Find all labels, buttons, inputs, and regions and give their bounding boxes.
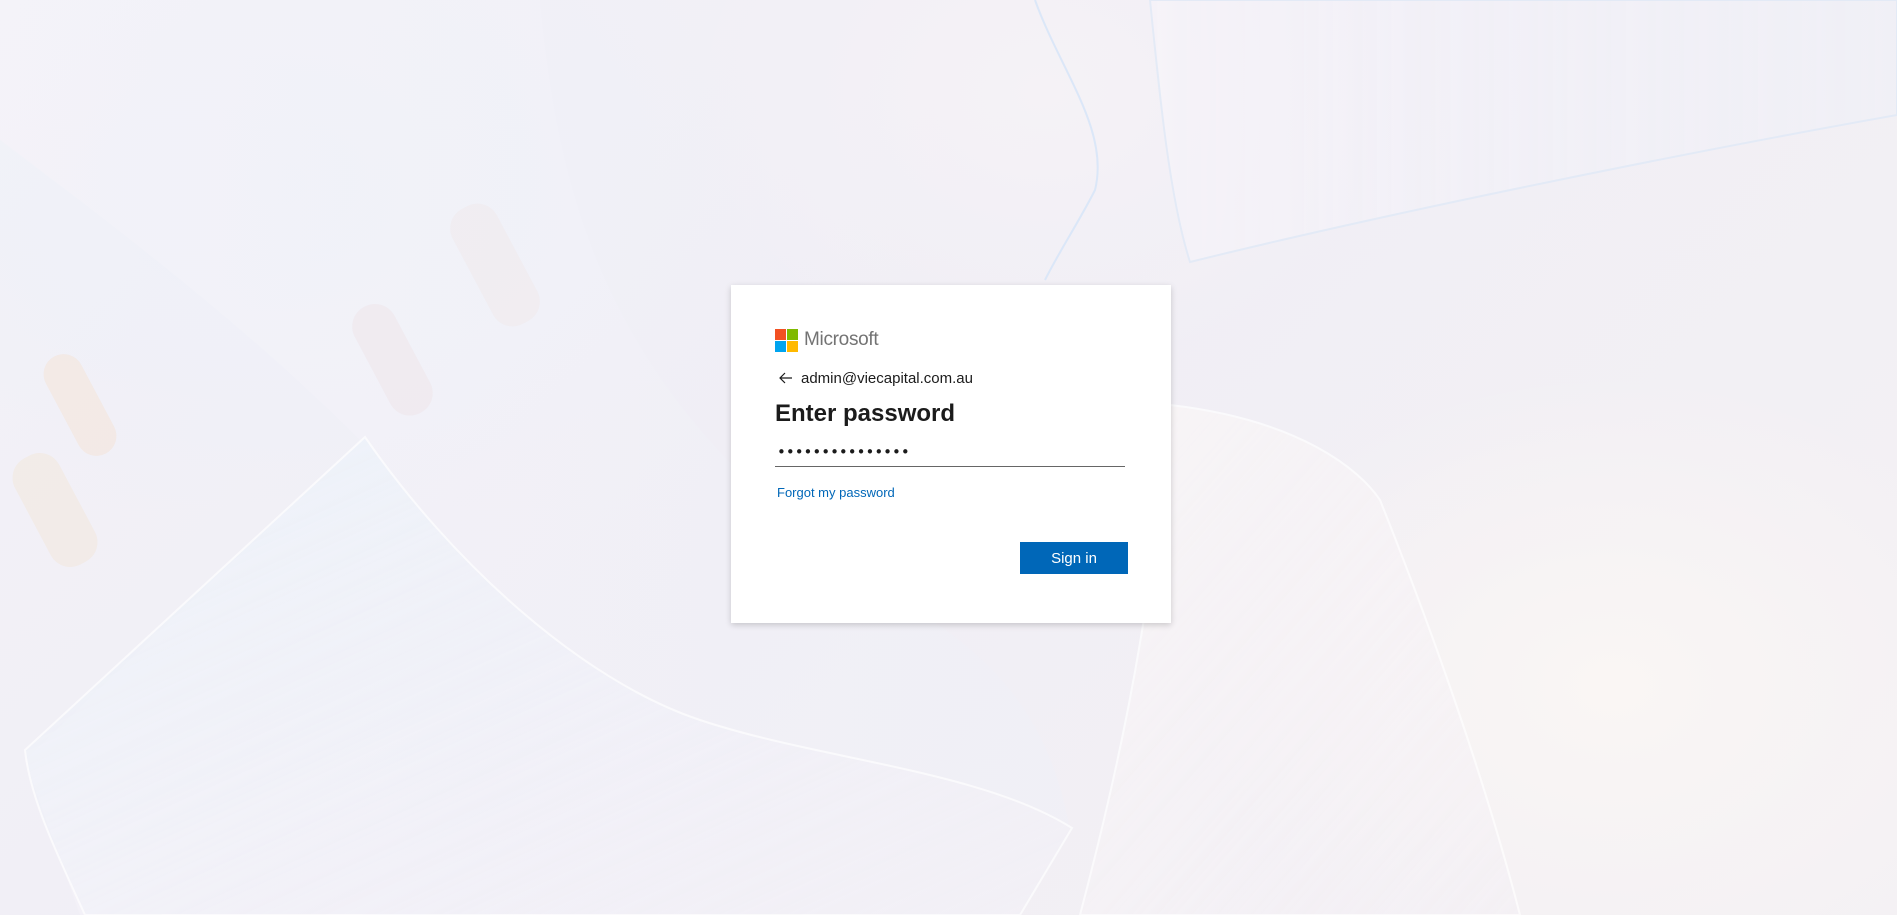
logo-square-yellow bbox=[787, 340, 798, 352]
microsoft-logo-icon bbox=[775, 328, 798, 352]
identity-banner: admin@viecapital.com.au bbox=[775, 367, 1127, 389]
brand-logo: Microsoft bbox=[775, 327, 1127, 353]
brand-name: Microsoft bbox=[804, 329, 879, 350]
account-email: admin@viecapital.com.au bbox=[801, 369, 973, 387]
sign-in-button[interactable]: Sign in bbox=[1020, 542, 1128, 574]
forgot-password-link[interactable]: Forgot my password bbox=[777, 485, 895, 500]
logo-square-green bbox=[787, 328, 798, 340]
password-field-container bbox=[775, 438, 1125, 467]
page-title: Enter password bbox=[775, 400, 956, 427]
password-input[interactable] bbox=[775, 443, 1125, 461]
back-arrow-icon[interactable] bbox=[775, 367, 797, 389]
signin-card: Microsoft admin@viecapital.com.au Enter … bbox=[731, 285, 1171, 623]
actions: Sign in bbox=[1020, 542, 1128, 574]
logo-square-red bbox=[775, 328, 786, 340]
logo-square-blue bbox=[775, 340, 786, 352]
